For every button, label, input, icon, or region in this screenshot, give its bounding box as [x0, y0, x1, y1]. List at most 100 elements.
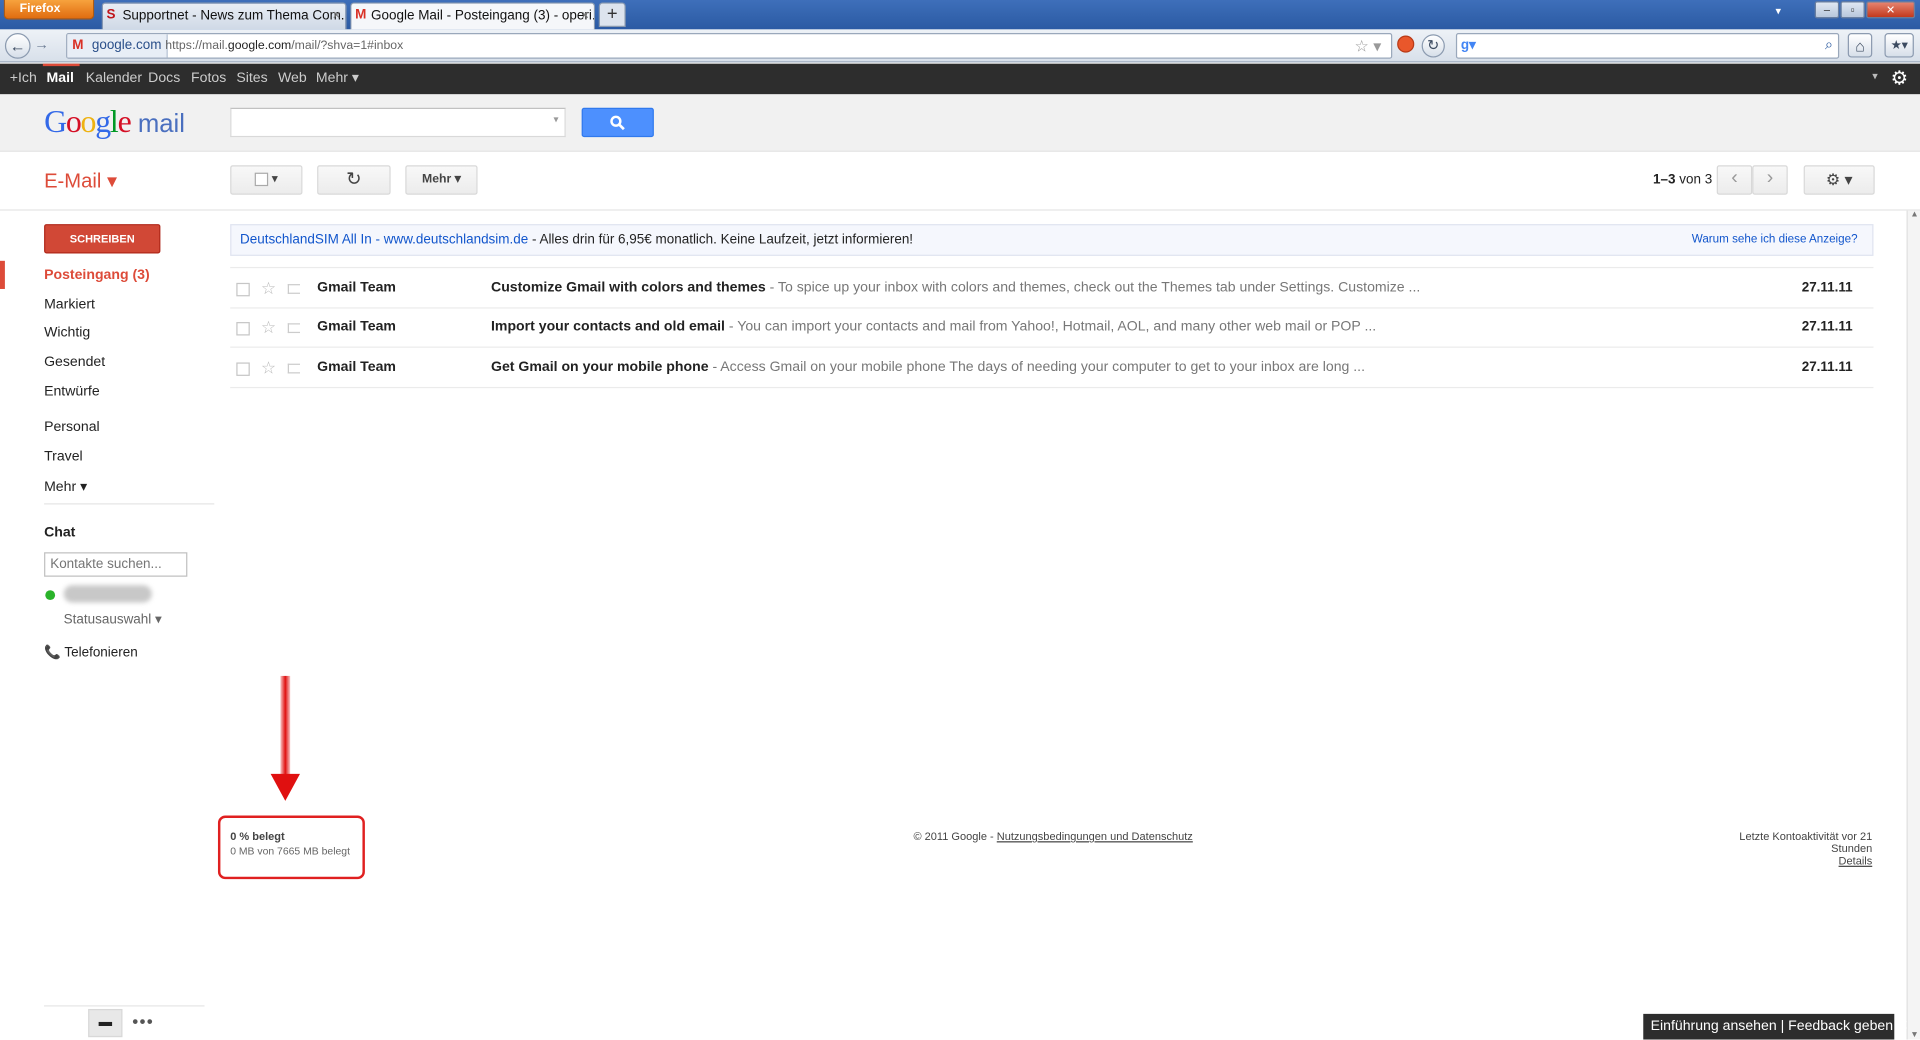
- ad-link[interactable]: DeutschlandSIM All In - www.deutschlands…: [240, 233, 528, 248]
- minimize-icon[interactable]: –: [1814, 1, 1840, 19]
- scroll-up-icon[interactable]: ▲: [1910, 211, 1918, 220]
- sidebar-item-drafts[interactable]: Entwürfe: [44, 384, 100, 399]
- star-icon[interactable]: ☆: [261, 307, 276, 346]
- google-mail-logo[interactable]: Google mail: [44, 104, 185, 141]
- navigation-toolbar: ← → M google.com https://mail.google.com…: [0, 29, 1920, 63]
- divider: [0, 209, 1920, 211]
- next-page-button[interactable]: ›: [1752, 165, 1788, 195]
- sidebar-item-important[interactable]: Wichtig: [44, 326, 90, 341]
- sidebar-item-travel[interactable]: Travel: [44, 449, 83, 464]
- downloads-icon[interactable]: ★▾: [1884, 33, 1914, 58]
- email-sender: Gmail Team: [317, 280, 396, 296]
- email-date: 27.11.11: [1801, 319, 1853, 335]
- copyright: © 2011 Google - Nutzungsbedingungen und …: [913, 830, 1193, 843]
- logo-mail-text: mail: [137, 110, 185, 139]
- sidebar-item-more[interactable]: Mehr ▾: [44, 478, 87, 495]
- gbar-item-docs[interactable]: Docs: [148, 64, 180, 95]
- tab-list-icon[interactable]: ▾: [1776, 5, 1782, 18]
- supportnet-favicon-icon: S: [106, 7, 116, 23]
- chat-own-name-blurred: [63, 585, 152, 603]
- gbar-item-fotos[interactable]: Fotos: [191, 64, 226, 95]
- firefox-menu-button[interactable]: Firefox: [3, 0, 95, 20]
- maximize-icon[interactable]: ▫: [1840, 1, 1865, 19]
- forward-icon[interactable]: →: [34, 36, 49, 53]
- site-identity[interactable]: M google.com: [67, 34, 168, 58]
- ad-info-link[interactable]: Warum sehe ich diese Anzeige?: [1692, 225, 1858, 254]
- gbar-item-kalender[interactable]: Kalender: [86, 64, 142, 95]
- bookmark-star-icon[interactable]: ☆ ▾: [1355, 34, 1382, 57]
- important-marker-icon[interactable]: [287, 323, 301, 334]
- vertical-scrollbar[interactable]: ▲ ▼: [1906, 210, 1920, 1040]
- search-options-icon[interactable]: ▾: [553, 114, 558, 125]
- window-close-icon[interactable]: ✕: [1866, 1, 1916, 19]
- important-marker-icon[interactable]: [287, 284, 301, 294]
- email-sender: Gmail Team: [317, 360, 396, 375]
- url-bar[interactable]: M google.com https://mail.google.com/mai…: [66, 33, 1393, 59]
- contact-search-input[interactable]: [44, 552, 188, 577]
- gbar-item-web[interactable]: Web: [278, 64, 307, 95]
- gbar-item-plus-ich[interactable]: +Ich: [10, 64, 37, 95]
- row-checkbox[interactable]: [236, 362, 250, 376]
- row-checkbox[interactable]: [236, 282, 250, 297]
- ad-banner: DeutschlandSIM All In - www.deutschlands…: [230, 224, 1874, 256]
- google-wordmark: Google: [44, 104, 132, 140]
- active-folder-indicator: [0, 260, 5, 289]
- new-tab-button[interactable]: +: [598, 2, 626, 27]
- call-phone-link[interactable]: 📞 Telefonieren: [44, 644, 138, 660]
- tab-close-icon[interactable]: ×: [581, 4, 589, 28]
- settings-button[interactable]: ⚙ ▾: [1803, 165, 1875, 195]
- addon-icon[interactable]: [1397, 35, 1415, 53]
- more-actions-button[interactable]: Mehr ▾: [405, 165, 478, 195]
- gear-icon[interactable]: ⚙: [1891, 66, 1909, 90]
- refresh-button[interactable]: ↻: [317, 165, 391, 195]
- online-status-icon: [45, 590, 56, 601]
- sidebar-item-inbox[interactable]: Posteingang (3): [44, 268, 150, 283]
- storage-usage-detail: 0 MB von 7665 MB belegt: [230, 844, 350, 858]
- star-icon[interactable]: ☆: [261, 268, 276, 307]
- gbar-item-sites[interactable]: Sites: [236, 64, 267, 95]
- logo-letter: o: [65, 104, 82, 140]
- last-activity: Letzte Kontoaktivität vor 21 Stunden Deta…: [1697, 830, 1872, 867]
- reload-icon[interactable]: ↻: [1421, 34, 1445, 58]
- gbar-item-mehr[interactable]: Mehr ▾: [316, 64, 359, 95]
- email-subject-snippet: Import your contacts and old email - You…: [491, 319, 1377, 335]
- logo-letter: g: [95, 104, 111, 140]
- row-checkbox[interactable]: [236, 322, 250, 336]
- compose-button[interactable]: SCHREIBEN: [44, 224, 161, 254]
- phone-icon: 📞: [44, 645, 61, 661]
- gbar-item-mail[interactable]: Mail: [47, 64, 74, 95]
- feedback-bar[interactable]: Einführung ansehen | Feedback geben ✕: [1643, 1013, 1909, 1040]
- scroll-down-icon[interactable]: ▼: [1910, 1031, 1918, 1040]
- google-search-engine-icon[interactable]: g▾: [1461, 37, 1476, 53]
- chat-bubble-icon[interactable]: ▬: [88, 1008, 123, 1038]
- divider: [44, 1005, 205, 1007]
- email-row[interactable]: ☆ Gmail Team Customize Gmail with colors…: [230, 268, 1874, 309]
- sidebar-item-starred[interactable]: Markiert: [44, 298, 95, 313]
- email-row[interactable]: ☆ Gmail Team Get Gmail on your mobile ph…: [230, 348, 1874, 389]
- screen: Firefox S Supportnet - News zum Thema Co…: [0, 0, 1920, 1040]
- tab-supportnet[interactable]: S Supportnet - News zum Thema Com... ×: [101, 2, 347, 30]
- more-options-icon[interactable]: •••: [132, 1011, 154, 1031]
- prev-page-button[interactable]: ‹: [1716, 165, 1753, 195]
- magnifier-icon[interactable]: ⌕: [1825, 36, 1833, 54]
- browser-search-bar[interactable]: g▾ ⌕: [1455, 33, 1840, 59]
- logo-letter: l: [109, 104, 119, 140]
- back-icon[interactable]: ←: [4, 33, 31, 59]
- tab-gmail[interactable]: M Google Mail - Posteingang (3) - operi.…: [350, 2, 596, 30]
- mail-search-input[interactable]: ▾: [230, 107, 566, 138]
- annotation-arrow-head: [270, 773, 301, 801]
- terms-link[interactable]: Nutzungsbedingungen und Datenschutz: [997, 830, 1193, 842]
- account-dropdown-icon[interactable]: ▾: [1872, 70, 1878, 83]
- email-row[interactable]: ☆ Gmail Team Import your contacts and ol…: [230, 307, 1874, 348]
- home-icon[interactable]: ⌂: [1847, 33, 1873, 58]
- important-marker-icon[interactable]: [287, 363, 301, 374]
- star-icon[interactable]: ☆: [261, 348, 276, 387]
- email-app-switcher[interactable]: E-Mail ▾: [44, 169, 117, 193]
- sidebar-item-sent[interactable]: Gesendet: [44, 355, 105, 370]
- sidebar-item-personal[interactable]: Personal: [44, 420, 100, 435]
- status-select[interactable]: Statusauswahl ▾: [64, 611, 162, 627]
- search-button[interactable]: [581, 107, 654, 138]
- details-link[interactable]: Details: [1697, 855, 1873, 867]
- tab-close-icon[interactable]: ×: [333, 4, 341, 28]
- select-button[interactable]: ▾: [230, 165, 303, 195]
